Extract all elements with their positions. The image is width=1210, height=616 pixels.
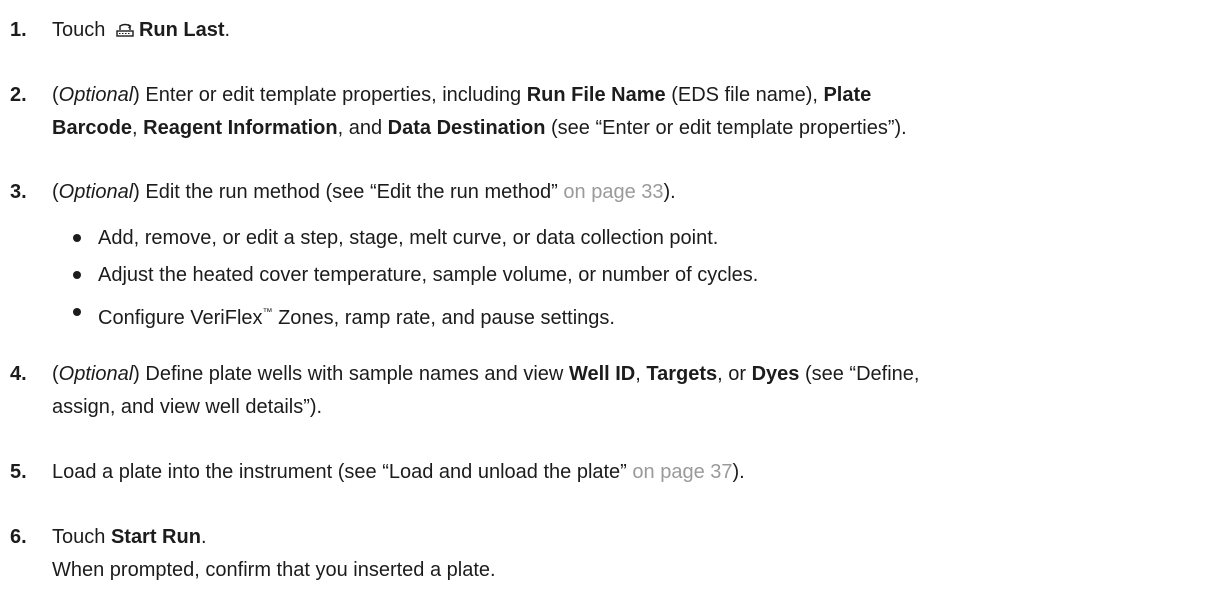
step-line: assign, and view well details”). [52,396,323,418]
bullet-icon [73,271,81,279]
page-link[interactable]: on page 37 [627,461,732,483]
targets-label: Targets [646,363,718,385]
step-text: Load a plate into the instrument (see “L… [52,461,745,483]
step-text: (Optional) Enter or edit template proper… [52,79,1205,145]
step-text-segment: (see “Enter or edit template properties”… [545,117,907,139]
barcode-label: Barcode [52,117,133,139]
step-line: (Optional) Define plate wells with sampl… [52,363,920,385]
well-id-label: Well ID [568,363,636,385]
bullet-item: Adjust the heated cover temperature, sam… [70,257,1170,294]
step-3: 3. (Optional) Edit the run method (see “… [0,176,1205,209]
run-file-name-label: Run File Name [526,84,666,106]
plate-label: Plate [823,84,872,106]
page-link[interactable]: on page 33 [558,181,663,203]
step-text-segment: , [132,117,144,139]
optional-label: Optional [58,363,134,385]
step-text: Touch Start Run. When prompted, confirm … [52,521,1205,587]
step-number: 2. [10,84,27,106]
step-text-segment: , or [717,363,752,385]
run-last-label: Run Last [138,19,225,41]
bullet-item: Configure VeriFlex™ Zones, ramp rate, an… [70,294,1170,337]
step-text-suffix: . [224,19,231,41]
step-text-prefix: Touch [52,19,106,41]
step-text-segment: (see “Define, [799,363,920,385]
bullet-text: Configure VeriFlex [98,307,263,329]
step-text: (Optional) Edit the run method (see “Edi… [52,181,676,203]
dyes-label: Dyes [751,363,800,385]
optional-label: Optional [58,181,134,203]
step-text-segment: Edit the run method (see “Edit the run m… [145,181,558,203]
bullet-icon [73,308,81,316]
bullet-text: Add, remove, or edit a step, stage, melt… [98,227,719,249]
reagent-information-label: Reagent Information [143,117,338,139]
step-text-segment: , [635,363,647,385]
bullet-text: Zones, ramp rate, and pause settings. [272,307,615,329]
bullet-icon [73,234,81,242]
start-run-label: Start Run [110,526,201,548]
step-6: 6. Touch Start Run. When prompted, confi… [0,521,1205,587]
trademark-symbol: ™ [262,307,273,318]
step-text: Touch Run Last. [52,19,230,41]
step-line: Touch Start Run. [52,521,1205,554]
bullet-item: Add, remove, or edit a step, stage, melt… [70,220,1170,257]
step-1: 1. Touch Run Last. [0,14,1205,47]
step-line: When prompted, confirm that you inserted… [52,559,496,581]
step-line: Barcode, Reagent Information, and Data D… [52,112,1205,145]
step-number: 3. [10,181,27,203]
step-number: 6. [10,526,27,548]
step-number: 1. [10,19,27,41]
optional-label: Optional [58,84,134,106]
step-number: 4. [10,363,27,385]
step-text-suffix: . [200,526,207,548]
step-number: 5. [10,461,27,483]
step-2: 2. (Optional) Enter or edit template pro… [0,79,1205,145]
bullet-text: Adjust the heated cover temperature, sam… [98,264,759,286]
step-line: (Optional) Enter or edit template proper… [52,84,872,106]
step-text-segment: ). [663,181,676,203]
step-text-segment: Load a plate into the instrument (see “L… [52,461,627,483]
step-4: 4. (Optional) Define plate wells with sa… [0,358,1205,424]
step-text-prefix: Touch [52,526,111,548]
step-text-segment: ). [732,461,745,483]
step-text: (Optional) Define plate wells with sampl… [52,358,1205,424]
step-text-segment: Enter or edit template properties, inclu… [145,84,527,106]
run-last-icon [116,23,134,37]
step-5: 5. Load a plate into the instrument (see… [0,456,1205,489]
data-destination-label: Data Destination [387,117,546,139]
step-text-segment: (EDS file name), [665,84,824,106]
step-3-bullet-list: Add, remove, or edit a step, stage, melt… [70,220,1170,337]
step-text-segment: , and [337,117,388,139]
step-text-segment: Define plate wells with sample names and… [145,363,569,385]
